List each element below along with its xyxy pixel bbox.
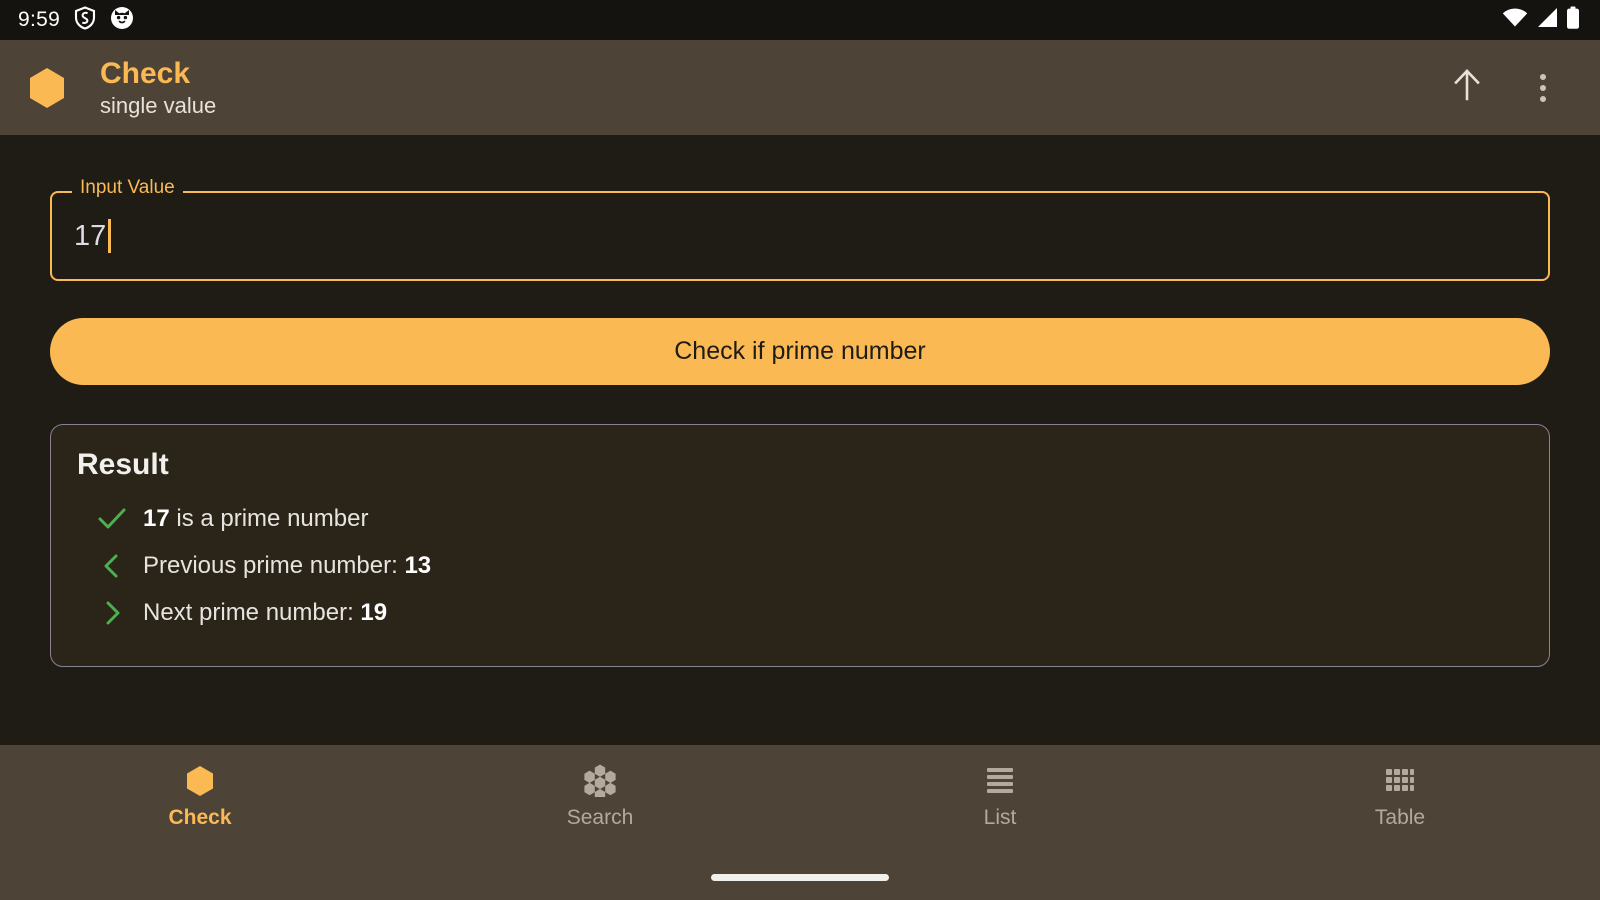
- nav-item-check[interactable]: Check: [0, 763, 400, 830]
- status-bar-right: [1502, 6, 1580, 35]
- status-bar-left: 9:59: [18, 5, 134, 35]
- result-row-value: 17: [143, 505, 170, 532]
- wifi-icon: [1502, 7, 1528, 34]
- list-lines-icon: [984, 763, 1016, 797]
- input-value-field-wrapper: 17 Input Value: [50, 178, 1550, 281]
- nav-label-table: Table: [1374, 806, 1426, 829]
- app-bar-actions: [1446, 67, 1578, 109]
- hexagon-icon: [183, 763, 217, 797]
- check-icon: [97, 506, 127, 532]
- result-row-label: 17 is a prime number: [143, 505, 368, 534]
- status-clock: 9:59: [18, 8, 61, 31]
- hexagon-logo-icon: [26, 66, 68, 110]
- result-card: Result 17 is a prime number Previous pri…: [50, 424, 1550, 668]
- text-cursor: [108, 219, 112, 253]
- battery-icon: [1566, 6, 1580, 35]
- overflow-menu-button[interactable]: [1522, 67, 1564, 109]
- result-row-prefix: Previous prime number:: [143, 551, 405, 579]
- nav-label-check: Check: [168, 806, 232, 829]
- result-title: Result: [77, 448, 169, 481]
- cat-face-icon: [110, 6, 134, 35]
- upload-button[interactable]: [1446, 67, 1488, 109]
- status-bar: 9:59: [0, 0, 1600, 40]
- result-row-next-prime: Next prime number: 19: [77, 590, 1523, 637]
- result-row-is-prime: 17 is a prime number: [77, 496, 1523, 543]
- cellular-signal-icon: [1535, 7, 1559, 34]
- page-title: Check: [100, 57, 191, 91]
- input-value-text: 17: [74, 219, 107, 252]
- more-vertical-icon: [1540, 73, 1546, 102]
- table-grid-icon: [1384, 763, 1416, 797]
- input-value-field[interactable]: 17: [50, 191, 1550, 281]
- chevron-right-icon: [97, 600, 127, 626]
- result-row-label: Next prime number: 19: [143, 599, 387, 628]
- result-row-suffix: is a prime number: [169, 505, 369, 532]
- gesture-navigation-bar: [0, 855, 1600, 900]
- main-content: 17 Input Value Check if prime number Res…: [0, 135, 1600, 745]
- honeycomb-icon: [582, 763, 618, 797]
- bottom-navigation: Check Search List Table: [0, 745, 1600, 855]
- result-row-value: 19: [360, 598, 388, 626]
- input-value-label: Input Value: [72, 178, 183, 197]
- shield-icon: [74, 5, 96, 35]
- gesture-handle[interactable]: [711, 874, 889, 881]
- arrow-up-icon: [1452, 68, 1482, 107]
- chevron-left-icon: [97, 553, 127, 579]
- check-if-prime-button[interactable]: Check if prime number: [50, 318, 1550, 385]
- app-bar: Check single value: [0, 40, 1600, 135]
- nav-label-search: Search: [566, 806, 634, 829]
- app-bar-titles: Check single value: [100, 56, 216, 119]
- app-root: 9:59 Check single value 17 Input Value C…: [0, 0, 1600, 900]
- nav-item-list[interactable]: List: [800, 763, 1200, 830]
- nav-item-search[interactable]: Search: [400, 763, 800, 830]
- result-row-label: Previous prime number: 13: [143, 552, 431, 581]
- nav-label-list: List: [983, 806, 1017, 829]
- result-row-value: 13: [404, 551, 432, 579]
- result-row-previous-prime: Previous prime number: 13: [77, 543, 1523, 590]
- nav-item-table[interactable]: Table: [1200, 763, 1600, 830]
- page-subtitle: single value: [100, 92, 217, 118]
- result-row-prefix: Next prime number:: [143, 598, 361, 626]
